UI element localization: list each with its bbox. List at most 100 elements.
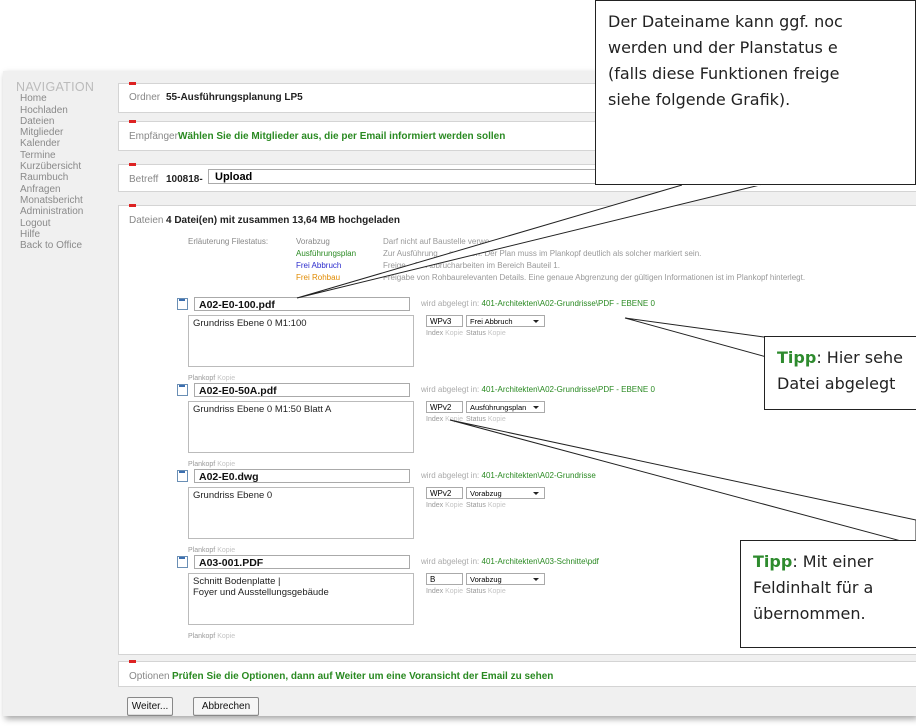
ordner-label: Ordner bbox=[129, 92, 161, 103]
index-label: Index bbox=[426, 330, 444, 337]
index-kopie-link[interactable]: Kopie bbox=[445, 588, 463, 595]
nav-item-dateien[interactable]: Dateien bbox=[16, 116, 126, 127]
storage-path[interactable]: 401-Architekten\A03-Schnitte\pdf bbox=[482, 557, 599, 566]
plankopf-kopie-link[interactable]: Kopie bbox=[217, 375, 235, 382]
nav-item-administration[interactable]: Administration bbox=[16, 206, 126, 217]
index-input[interactable]: B bbox=[426, 573, 463, 585]
index-caption: Index Kopie bbox=[426, 502, 463, 509]
filename-input[interactable]: A02-E0-100.pdf bbox=[194, 297, 410, 311]
required-marker bbox=[129, 204, 136, 207]
storage-location: wird abgelegt in: 401-Architekten\A02-Gr… bbox=[421, 471, 596, 480]
description-textarea[interactable]: Schnitt Bodenplatte | Foyer und Ausstell… bbox=[188, 573, 414, 625]
plankopf-kopie-link[interactable]: Kopie bbox=[217, 461, 235, 468]
legend-status-name: Vorabzug bbox=[296, 237, 330, 246]
nav-item-hilfe[interactable]: Hilfe bbox=[16, 229, 126, 240]
nav-item-termine[interactable]: Termine bbox=[16, 150, 126, 161]
storage-path[interactable]: 401-Architekten\A02-Grundrisse bbox=[482, 471, 596, 480]
index-label: Index bbox=[426, 502, 444, 509]
callout-middle: Tipp: Hier sehe Datei abgelegt bbox=[764, 336, 916, 410]
abbrechen-button[interactable]: Abbrechen bbox=[193, 697, 259, 716]
chevron-down-icon bbox=[533, 320, 539, 323]
plankopf-kopie-link[interactable]: Kopie bbox=[217, 547, 235, 554]
description-textarea[interactable]: Grundriss Ebene 0 M1:50 Blatt A bbox=[188, 401, 414, 453]
required-marker bbox=[129, 660, 136, 663]
index-label: Index bbox=[426, 588, 444, 595]
ablage-label: wird abgelegt in: bbox=[421, 471, 480, 480]
required-marker bbox=[129, 120, 136, 123]
callout-bottom-text: übernommen. bbox=[753, 604, 866, 623]
nav-item-monatsbericht[interactable]: Monatsbericht bbox=[16, 195, 126, 206]
plankopf-label: Plankopf bbox=[188, 547, 216, 554]
nav-item-raumbuch[interactable]: Raumbuch bbox=[16, 172, 126, 183]
storage-location: wird abgelegt in: 401-Architekten\A02-Gr… bbox=[421, 385, 655, 394]
nav-item-back-to-office[interactable]: Back to Office bbox=[16, 240, 126, 251]
status-value: Frei Abbruch bbox=[470, 317, 513, 326]
index-input[interactable]: WPv2 bbox=[426, 487, 463, 499]
status-caption: Status Kopie bbox=[466, 330, 506, 337]
callout-top-line: Der Dateiname kann ggf. noc bbox=[608, 12, 843, 31]
required-marker bbox=[129, 163, 136, 166]
nav-item-kurzübersicht[interactable]: Kurzübersicht bbox=[16, 161, 126, 172]
index-caption: Index Kopie bbox=[426, 330, 463, 337]
status-kopie-link[interactable]: Kopie bbox=[488, 330, 506, 337]
storage-path[interactable]: 401-Architekten\A02-Grundrisse\PDF - EBE… bbox=[482, 299, 655, 308]
status-select[interactable]: Frei Abbruch bbox=[466, 315, 545, 327]
legend-status-name: Frei Abbruch bbox=[296, 261, 342, 270]
tipp-label: Tipp bbox=[753, 552, 793, 571]
status-kopie-link[interactable]: Kopie bbox=[488, 502, 506, 509]
description-textarea[interactable]: Grundriss Ebene 0 M1:100 bbox=[188, 315, 414, 367]
plankopf-label: Plankopf bbox=[188, 375, 216, 382]
optionen-link[interactable]: Prüfen Sie die Optionen, dann auf Weiter… bbox=[172, 671, 553, 682]
status-caption: Status Kopie bbox=[466, 502, 506, 509]
status-select[interactable]: Vorabzug bbox=[466, 573, 545, 585]
empfaenger-label: Empfänger bbox=[129, 131, 178, 142]
filename-input[interactable]: A03-001.PDF bbox=[194, 555, 410, 569]
status-kopie-link[interactable]: Kopie bbox=[488, 588, 506, 595]
nav-item-anfragen[interactable]: Anfragen bbox=[16, 184, 126, 195]
nav-item-logout[interactable]: Logout bbox=[16, 218, 126, 229]
legend-title: Erläuterung Filestatus: bbox=[188, 237, 269, 246]
plankopf-label: Plankopf bbox=[188, 633, 216, 640]
plankopf-caption: Plankopf Kopie bbox=[188, 375, 235, 382]
index-input[interactable]: WPv3 bbox=[426, 315, 463, 327]
storage-location: wird abgelegt in: 401-Architekten\A03-Sc… bbox=[421, 557, 599, 566]
storage-path[interactable]: 401-Architekten\A02-Grundrisse\PDF - EBE… bbox=[482, 385, 655, 394]
callout-top-line: siehe folgende Grafik). bbox=[608, 90, 791, 109]
status-select[interactable]: Ausführungsplan bbox=[466, 401, 545, 413]
betreff-input[interactable]: Upload bbox=[208, 169, 608, 184]
index-input[interactable]: WPv2 bbox=[426, 401, 463, 413]
index-kopie-link[interactable]: Kopie bbox=[445, 502, 463, 509]
nav-item-home[interactable]: Home bbox=[16, 93, 126, 104]
index-kopie-link[interactable]: Kopie bbox=[445, 416, 463, 423]
optionen-label: Optionen bbox=[129, 671, 170, 682]
status-label: Status bbox=[466, 502, 486, 509]
ordner-value[interactable]: 55-Ausführungsplanung LP5 bbox=[166, 92, 303, 103]
filename-input[interactable]: A02-E0.dwg bbox=[194, 469, 410, 483]
status-value: Ausführungsplan bbox=[470, 403, 527, 412]
status-label: Status bbox=[466, 416, 486, 423]
weiter-button[interactable]: Weiter... bbox=[127, 697, 173, 716]
status-kopie-link[interactable]: Kopie bbox=[488, 416, 506, 423]
chevron-down-icon bbox=[533, 492, 539, 495]
callout-middle-text: Datei abgelegt bbox=[777, 374, 896, 393]
required-marker bbox=[129, 82, 136, 85]
description-textarea[interactable]: Grundriss Ebene 0 bbox=[188, 487, 414, 539]
document-icon bbox=[177, 384, 188, 396]
index-kopie-link[interactable]: Kopie bbox=[445, 330, 463, 337]
callout-middle-text: : Hier sehe bbox=[816, 348, 903, 367]
status-caption: Status Kopie bbox=[466, 588, 506, 595]
optionen-panel: Optionen Prüfen Sie die Optionen, dann a… bbox=[118, 660, 916, 687]
nav-item-hochladen[interactable]: Hochladen bbox=[16, 105, 126, 116]
plankopf-caption: Plankopf Kopie bbox=[188, 633, 235, 640]
nav-item-mitglieder[interactable]: Mitglieder bbox=[16, 127, 126, 138]
callout-bottom: Tipp: Mit einer Feldinhalt für a übernom… bbox=[740, 540, 916, 648]
callout-bottom-text: : Mit einer bbox=[792, 552, 874, 571]
plankopf-kopie-link[interactable]: Kopie bbox=[217, 633, 235, 640]
dateien-label: Dateien bbox=[129, 215, 164, 226]
nav-item-kalender[interactable]: Kalender bbox=[16, 138, 126, 149]
filename-input[interactable]: A02-E0-50A.pdf bbox=[194, 383, 410, 397]
empfaenger-link[interactable]: Wählen Sie die Mitglieder aus, die per E… bbox=[178, 131, 505, 142]
document-icon bbox=[177, 556, 188, 568]
chevron-down-icon bbox=[533, 578, 539, 581]
status-select[interactable]: Vorabzug bbox=[466, 487, 545, 499]
